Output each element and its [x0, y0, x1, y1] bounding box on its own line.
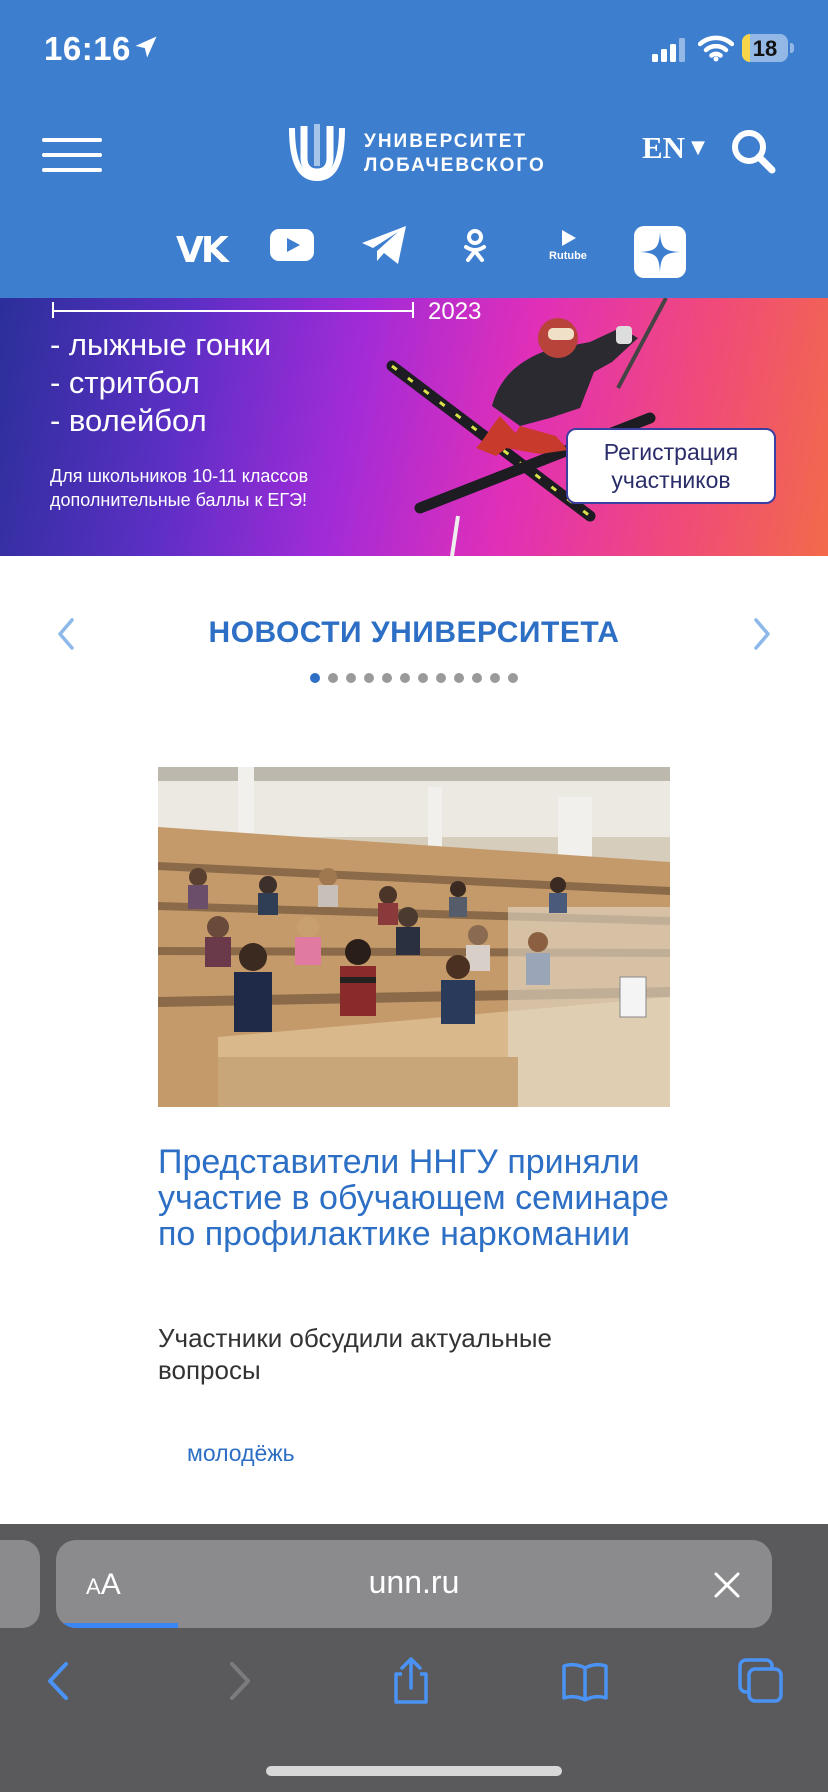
forward-icon[interactable] [212, 1656, 262, 1706]
url-text: unn.ru [368, 1564, 460, 1600]
back-icon[interactable] [36, 1656, 86, 1706]
logo-line-1: УНИВЕРСИТЕТ [364, 131, 528, 152]
carousel-dot[interactable] [436, 673, 446, 683]
location-arrow-icon [135, 36, 157, 58]
banner-divider-tick [52, 302, 54, 318]
banner-note-line: дополнительные баллы к ЕГЭ! [50, 490, 308, 510]
address-bar[interactable]: AA unn.ru [56, 1540, 772, 1628]
status-time: 16:16 [44, 30, 131, 67]
carousel-dot[interactable] [508, 673, 518, 683]
home-indicator[interactable] [266, 1766, 562, 1776]
carousel-dot[interactable] [400, 673, 410, 683]
registration-button[interactable]: Регистрация участников [566, 428, 776, 504]
carousel-dot[interactable] [364, 673, 374, 683]
carousel-dot[interactable] [346, 673, 356, 683]
banner-sport-list: - лыжные гонки - стритбол - волейбол [50, 326, 271, 440]
youtube-icon[interactable] [270, 229, 314, 285]
banner-sport-item: - стритбол [50, 365, 200, 400]
carousel-dot[interactable] [418, 673, 428, 683]
tabs-icon[interactable] [736, 1656, 786, 1706]
carousel-dot[interactable] [310, 673, 320, 683]
promo-banner[interactable]: 2023 - лыжные гонки - стритбол - волейбо… [0, 298, 828, 556]
bookmarks-icon[interactable] [560, 1656, 610, 1706]
rutube-icon[interactable]: Rutube [546, 228, 590, 284]
battery-indicator: 18 [742, 34, 794, 62]
banner-note-line: Для школьников 10-11 классов [50, 466, 309, 486]
news-tag-link[interactable]: молодёжь [187, 1440, 295, 1467]
carousel-dot[interactable] [328, 673, 338, 683]
previous-tab-preview[interactable] [0, 1540, 40, 1628]
battery-percent: 18 [752, 36, 778, 61]
status-bar: 16:16 18 [0, 0, 828, 100]
rutube-label: Rutube [549, 250, 587, 262]
carousel-dot[interactable] [490, 673, 500, 683]
cellular-signal-icon [652, 38, 685, 62]
registration-button-line: участников [611, 467, 731, 493]
dzen-icon[interactable] [634, 226, 686, 282]
share-icon[interactable] [386, 1656, 436, 1706]
odnoklassniki-icon[interactable] [462, 228, 488, 284]
university-logo[interactable]: УНИВЕРСИТЕТ ЛОБАЧЕВСКОГО [288, 122, 548, 184]
close-icon[interactable] [712, 1570, 742, 1600]
telegram-icon[interactable] [360, 224, 408, 280]
banner-note: Для школьников 10-11 классов дополнитель… [50, 464, 308, 512]
logo-line-2: ЛОБАЧЕВСКОГО [364, 155, 546, 176]
news-section-title: НОВОСТИ УНИВЕРСИТЕТА [208, 616, 620, 649]
search-icon[interactable] [730, 128, 776, 174]
chevron-right-icon[interactable] [748, 614, 778, 654]
news-headline-link[interactable]: Представители ННГУ приняли участие в обу… [158, 1144, 678, 1252]
skier-illustration [386, 298, 668, 556]
language-label: EN [642, 130, 686, 165]
site-header: 16:16 18 УНИВЕРСИТЕТ ЛОБАЧЕВСКОГО EN ▼ V… [0, 0, 828, 298]
caret-down-icon: ▼ [691, 137, 705, 158]
banner-divider [52, 310, 414, 312]
news-lead-text: Участники обсудили актуальные вопросы [158, 1323, 552, 1385]
carousel-dot[interactable] [382, 673, 392, 683]
page-load-progress [56, 1623, 178, 1628]
banner-sport-item: - лыжные гонки [50, 327, 272, 362]
carousel-dot[interactable] [454, 673, 464, 683]
lecture-hall-image [158, 767, 670, 1107]
vk-icon[interactable]: VK [176, 230, 229, 286]
hamburger-menu-button[interactable] [42, 138, 102, 174]
unn-logo-icon [289, 124, 345, 182]
social-links: VK Rutube [0, 222, 828, 278]
wifi-icon [698, 35, 734, 62]
banner-sport-item: - волейбол [50, 403, 207, 438]
news-photo[interactable] [158, 767, 670, 1107]
registration-button-line: Регистрация [603, 439, 739, 465]
language-selector[interactable]: EN ▼ [642, 130, 705, 166]
carousel-dot[interactable] [472, 673, 482, 683]
